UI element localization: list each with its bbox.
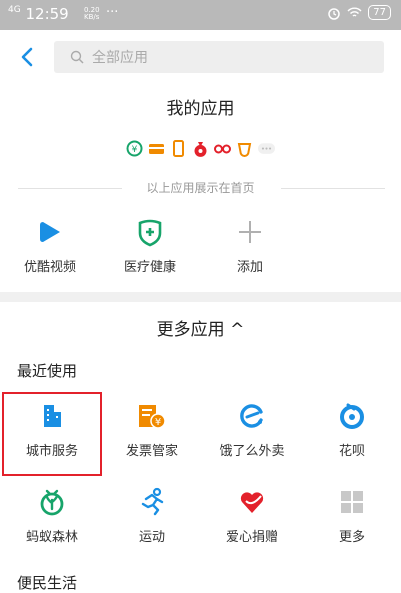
- back-arrow-icon: [21, 47, 33, 67]
- ant-forest-icon: [40, 489, 64, 516]
- recent-used-label: 最近使用: [17, 362, 78, 380]
- app-add[interactable]: 添加: [200, 216, 300, 275]
- sport-icon: [141, 487, 164, 516]
- home-hint-text: 以上应用展示在首页: [146, 181, 255, 195]
- eleme-icon: [240, 404, 263, 428]
- app-label: 运动: [138, 530, 165, 545]
- invoice-icon: ¥: [139, 405, 166, 429]
- money-bag-icon: [192, 140, 209, 157]
- status-left: 4G 12:59: [8, 5, 69, 23]
- wifi-icon: [347, 7, 362, 17]
- my-apps-grid: 优酷视频 医疗健康 添加: [0, 216, 401, 276]
- section-divider: [0, 292, 401, 302]
- search-icon: [70, 50, 84, 64]
- status-time: 12:59: [25, 5, 69, 23]
- svg-text:¥: ¥: [155, 417, 161, 428]
- more-apps-title[interactable]: 更多应用 ^: [0, 318, 401, 342]
- charity-icon: [240, 492, 264, 513]
- app-label: 蚂蚁森林: [25, 530, 78, 545]
- medical-health-icon: [138, 219, 162, 247]
- network-speed: 0.20 KB/s: [84, 7, 100, 21]
- signal-indicator: 4G: [8, 5, 21, 15]
- convenience-life-label: 便民生活: [17, 574, 78, 592]
- more-dots-icon[interactable]: [258, 140, 275, 157]
- app-medical-health[interactable]: 医疗健康: [100, 216, 200, 275]
- app-label: 优酷视频: [23, 260, 76, 275]
- app-label: 爱心捐赠: [225, 530, 278, 545]
- status-dots: ···: [106, 5, 119, 20]
- my-apps-section: 我的应用 ¥ 以上应用展示在首页 优酷视频 医疗健康 添加: [0, 94, 401, 275]
- cup-icon: [236, 140, 253, 157]
- glasses-icon: [214, 140, 231, 157]
- alarm-icon: [328, 7, 341, 20]
- youku-icon: [40, 222, 60, 242]
- app-more[interactable]: 更多: [302, 486, 401, 545]
- card-icon: [148, 140, 165, 157]
- app-eleme[interactable]: 饿了么外卖: [202, 400, 302, 459]
- my-apps-title: 我的应用: [166, 99, 235, 119]
- app-invoice[interactable]: ¥ 发票管家: [102, 400, 202, 459]
- app-youku[interactable]: 优酷视频: [0, 216, 100, 275]
- battery-indicator: 77: [368, 5, 391, 20]
- home-hint-row: 以上应用展示在首页: [0, 180, 401, 196]
- mini-icons-row: ¥: [0, 140, 401, 157]
- app-label: 饿了么外卖: [219, 444, 285, 459]
- app-label: 医疗健康: [123, 260, 176, 275]
- header: 全部应用: [0, 30, 401, 84]
- more-apps-row-2: 蚂蚁森林 运动 爱心捐赠 更多: [0, 486, 401, 558]
- yuebao-icon: ¥: [126, 140, 143, 157]
- phone-icon: [170, 140, 187, 157]
- grid-more-icon: [341, 491, 363, 513]
- app-sport[interactable]: 运动: [102, 486, 202, 545]
- app-huabei[interactable]: 花呗: [302, 400, 401, 459]
- huabei-icon: [340, 403, 364, 429]
- status-right: 77: [327, 5, 391, 20]
- app-label: 花呗: [338, 444, 365, 459]
- app-ant-forest[interactable]: 蚂蚁森林: [2, 486, 102, 545]
- app-charity[interactable]: 爱心捐赠: [202, 486, 302, 545]
- add-icon: [239, 221, 261, 243]
- app-label: 添加: [236, 260, 263, 275]
- status-bar: 4G 12:59 0.20 KB/s ··· 77: [0, 0, 401, 30]
- app-label: 发票管家: [125, 444, 178, 459]
- app-label: 更多: [338, 530, 365, 545]
- svg-text:¥: ¥: [132, 145, 138, 155]
- highlight-box: [2, 392, 102, 476]
- search-placeholder: 全部应用: [92, 50, 148, 66]
- back-button[interactable]: [14, 42, 44, 72]
- search-input[interactable]: 全部应用: [54, 41, 384, 73]
- speed-unit: KB/s: [84, 13, 100, 21]
